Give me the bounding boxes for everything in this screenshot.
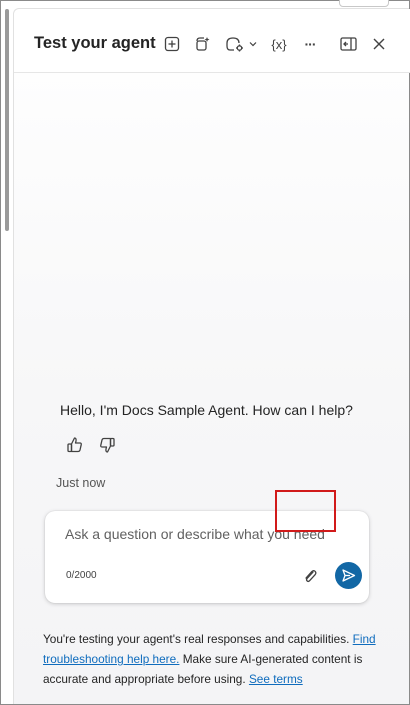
scrollbar[interactable] xyxy=(1,1,11,704)
chevron-down-icon xyxy=(249,42,256,47)
chat-area: Hello, I'm Docs Sample Agent. How can I … xyxy=(14,73,410,705)
variables-icon: {x} xyxy=(271,36,287,52)
add-button[interactable] xyxy=(160,31,184,57)
disclaimer: You're testing your agent's real respons… xyxy=(43,629,388,689)
attach-button[interactable] xyxy=(298,564,322,588)
add-icon xyxy=(164,36,180,52)
panel-toggle-icon xyxy=(339,37,357,51)
copilot-icon xyxy=(196,37,210,51)
panel-title: Test your agent xyxy=(34,34,156,52)
message-timestamp: Just now xyxy=(56,476,106,490)
top-tab-stub xyxy=(339,0,389,7)
close-button[interactable] xyxy=(367,31,391,57)
thumbs-down-button[interactable] xyxy=(95,433,119,457)
test-agent-panel: Test your agent {x} ··· Hello, I'm Docs … xyxy=(13,8,410,705)
more-button[interactable]: ··· xyxy=(298,31,322,57)
scrollbar-thumb[interactable] xyxy=(5,9,9,231)
agent-settings-icon xyxy=(225,37,243,52)
disclaimer-text-1: You're testing your agent's real respons… xyxy=(43,632,353,646)
see-terms-link[interactable]: See terms xyxy=(249,672,303,686)
highlight-annotation xyxy=(275,490,336,532)
close-icon xyxy=(373,38,385,50)
thumbs-up-icon xyxy=(67,437,82,453)
thumbs-up-button[interactable] xyxy=(63,433,87,457)
send-button[interactable] xyxy=(335,562,362,589)
agent-message: Hello, I'm Docs Sample Agent. How can I … xyxy=(60,402,353,418)
send-icon xyxy=(342,569,356,582)
thumbs-down-icon xyxy=(100,437,115,453)
variables-button[interactable]: {x} xyxy=(267,31,291,57)
copilot-button[interactable] xyxy=(191,31,215,57)
agent-settings-dropdown[interactable] xyxy=(221,31,261,57)
panel-toggle-button[interactable] xyxy=(336,31,360,57)
character-counter: 0/2000 xyxy=(66,570,97,581)
attach-icon xyxy=(305,570,317,583)
more-icon: ··· xyxy=(304,36,317,52)
panel-header: Test your agent {x} ··· xyxy=(14,9,410,73)
